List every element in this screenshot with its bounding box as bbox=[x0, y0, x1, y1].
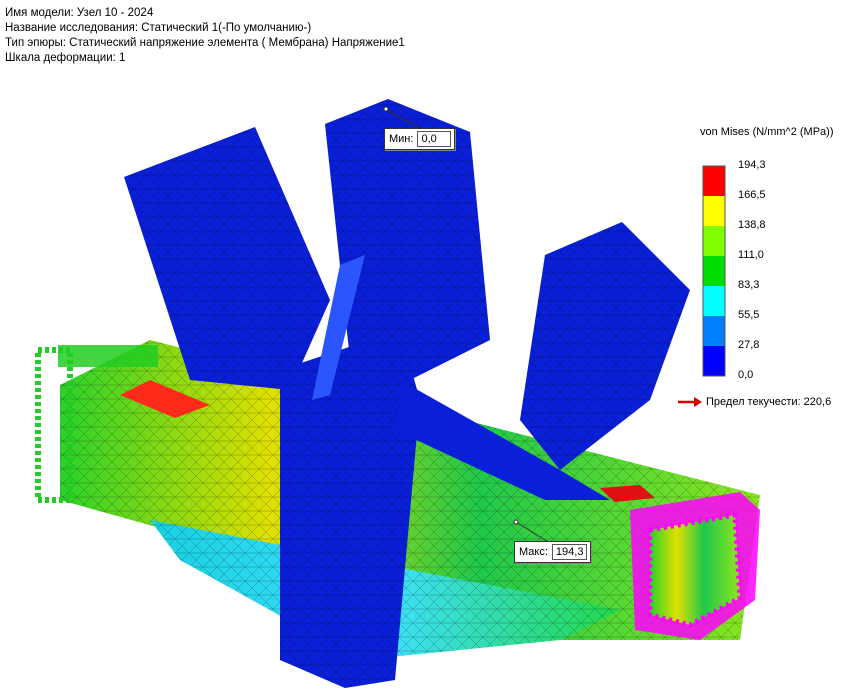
fea-model-viewport[interactable] bbox=[0, 0, 856, 699]
min-value: 0,0 bbox=[417, 131, 452, 147]
red-arrow-icon bbox=[678, 397, 702, 407]
legend-tick-label: 138,8 bbox=[738, 219, 766, 231]
legend-tick-label: 83,3 bbox=[738, 279, 760, 291]
max-value: 194,3 bbox=[551, 544, 588, 560]
max-callout[interactable]: Макс: 194,3 bbox=[514, 541, 592, 563]
max-marker bbox=[513, 519, 519, 525]
min-callout[interactable]: Мин: 0,0 bbox=[384, 128, 456, 150]
legend-band bbox=[703, 166, 725, 197]
legend-tick-label: 194,3 bbox=[738, 159, 766, 171]
legend-band bbox=[703, 256, 725, 287]
legend-tick-label: 111,0 bbox=[738, 249, 764, 261]
legend-band bbox=[703, 226, 725, 257]
legend-band bbox=[703, 286, 725, 317]
legend-tick-label: 0,0 bbox=[738, 369, 754, 381]
min-label: Мин: bbox=[389, 133, 414, 145]
max-label: Макс: bbox=[519, 546, 548, 558]
legend-tick-label: 55,5 bbox=[738, 309, 760, 321]
legend-band bbox=[703, 346, 725, 377]
legend-band bbox=[703, 316, 725, 347]
legend-title: von Mises (N/mm^2 (MPa)) bbox=[700, 126, 834, 138]
min-marker bbox=[383, 106, 389, 112]
yield-strength-indicator: Предел текучести: 220,6 bbox=[678, 396, 831, 408]
yield-label: Предел текучести: 220,6 bbox=[706, 396, 832, 408]
legend-tick-label: 166,5 bbox=[738, 189, 766, 201]
legend-tick-label: 27,8 bbox=[738, 339, 760, 351]
legend-colorbar bbox=[702, 165, 726, 377]
legend-band bbox=[703, 196, 725, 227]
